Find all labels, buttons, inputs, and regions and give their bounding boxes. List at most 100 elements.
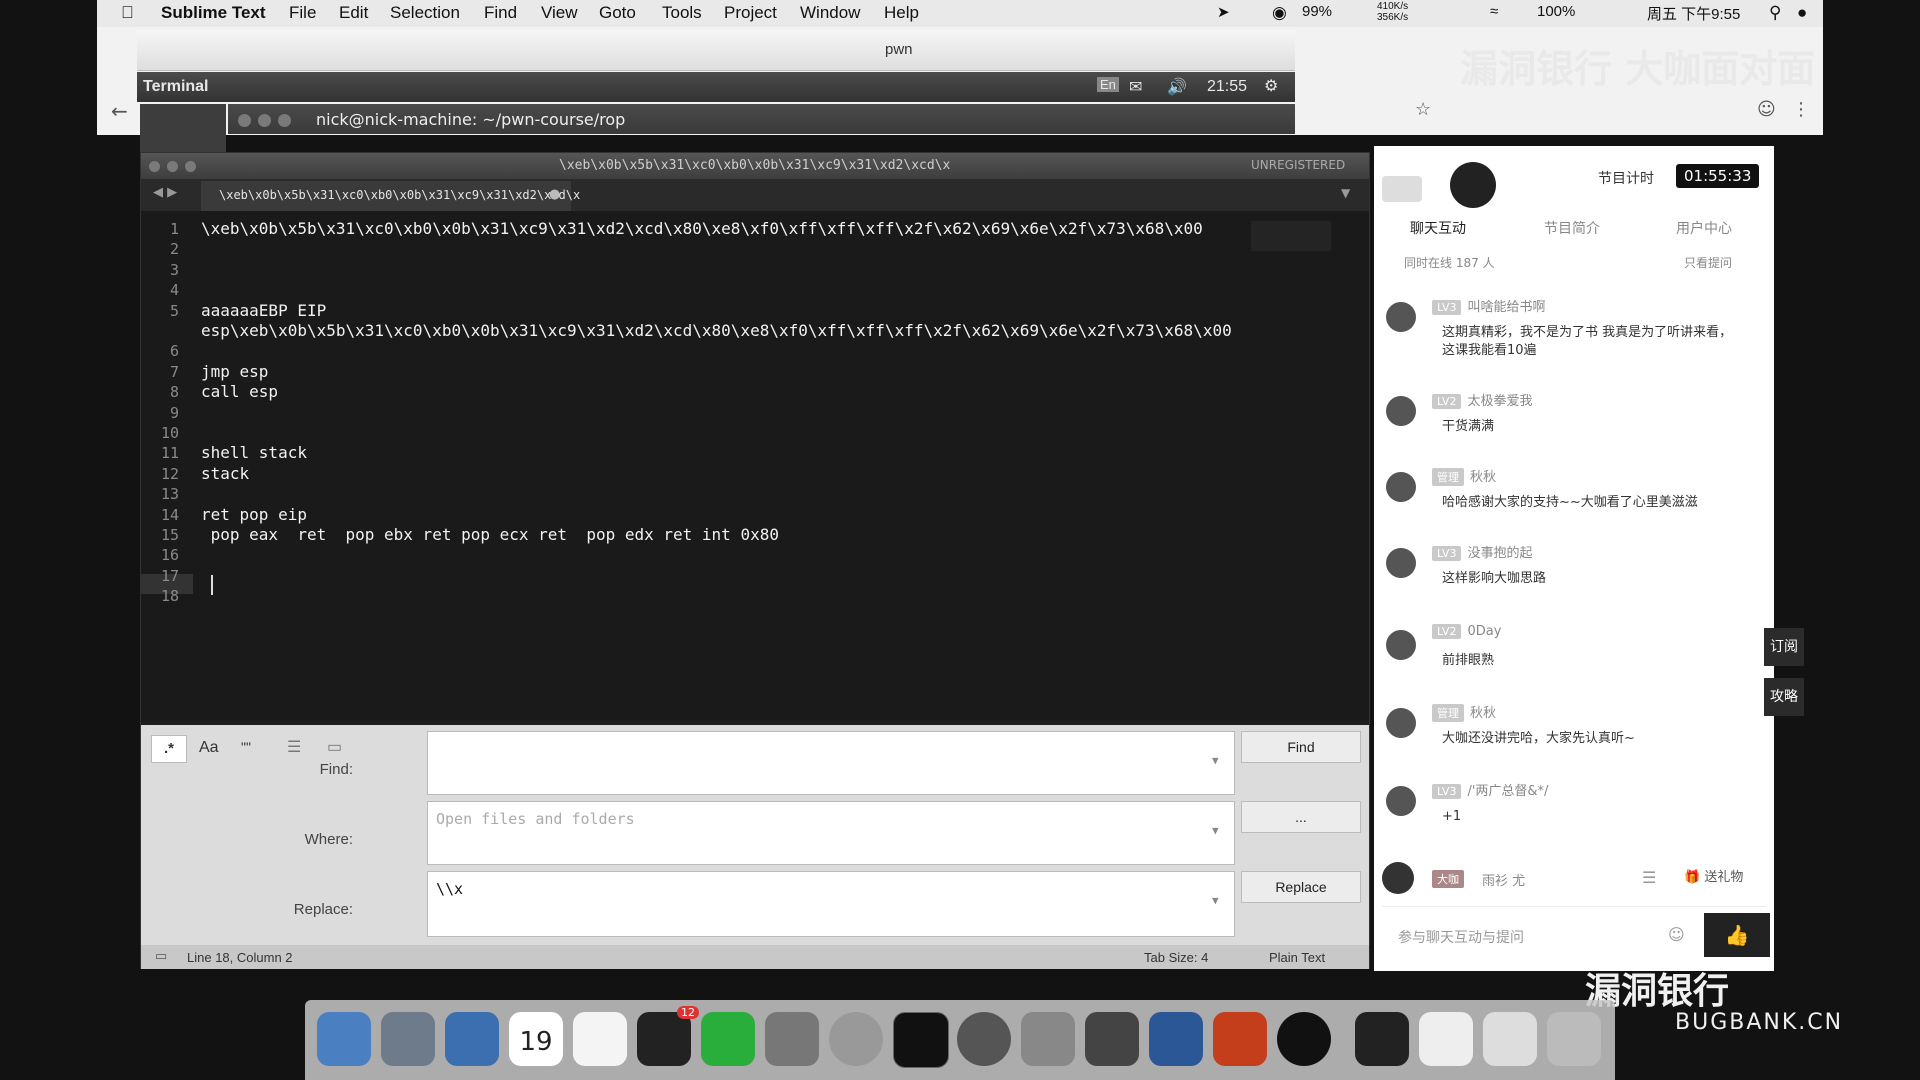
sublime-window-controls[interactable] [149,160,203,176]
syntax-mode[interactable]: Plain Text [1269,950,1325,965]
powerpoint-icon[interactable] [1213,1012,1267,1066]
launchpad-icon[interactable] [381,1012,435,1066]
finder-icon[interactable] [317,1012,371,1066]
folder-icon[interactable] [1483,1012,1537,1066]
chat-username[interactable]: 叫啥能给书啊 [1467,300,1545,315]
chat-username[interactable]: 0Day [1467,624,1501,639]
menu-app-name[interactable]: Sublime Text [161,3,266,23]
tab-chat[interactable]: 聊天互动 [1410,218,1466,238]
code-line[interactable]: stack [201,464,249,483]
document-icon[interactable] [1419,1012,1473,1066]
parallels-icon[interactable] [765,1012,819,1066]
word-icon[interactable] [1149,1012,1203,1066]
trash-icon[interactable] [1547,1012,1601,1066]
chat-username[interactable]: 秋秋 [1470,470,1496,485]
apple-menu-icon[interactable]:  [121,3,134,23]
quill-icon[interactable] [1021,1012,1075,1066]
menu-goto[interactable]: Goto [599,3,636,23]
subscribe-tab[interactable]: 订阅 [1764,628,1804,666]
code-line[interactable]: esp\xeb\x0b\x5b\x31\xc0\xb0\x0b\x31\xc9\… [201,321,1232,340]
code-line[interactable]: shell stack [201,443,307,462]
code-editor[interactable]: 1 \xeb\x0b\x5b\x31\xc0\xb0\x0b\x31\xc9\x3… [141,211,1369,721]
list-icon[interactable]: ☰ [1642,868,1656,887]
more-icon[interactable]: ⋮ [1792,99,1810,120]
chat-username[interactable]: 没事抱的起 [1467,546,1532,561]
where-browse-button[interactable]: ... [1241,801,1361,833]
emoji-icon[interactable]: ☺ [1668,925,1685,944]
send-gift-button[interactable]: 🎁 送礼物 [1684,866,1743,885]
tab-nav-arrows-icon[interactable]: ◀ ▶ [153,185,177,200]
terminal-icon[interactable] [893,1012,949,1068]
tab-menu-chevron-icon[interactable]: ▼ [1341,186,1350,200]
tab-user-center[interactable]: 用户中心 [1676,218,1732,238]
where-history-chevron-icon[interactable]: ▼ [1212,824,1219,837]
settings-icon[interactable]: ⚙ [1264,76,1278,96]
calendar-icon[interactable]: 19 [509,1012,563,1066]
mail-icon[interactable]: ✉ [1129,77,1142,97]
menu-view[interactable]: View [541,3,578,23]
chat-input[interactable]: 参与聊天互动与提问 [1398,927,1524,947]
code-line[interactable]: jmp esp [201,362,268,381]
input-method[interactable]: En [1097,77,1119,92]
unsaved-dot-icon[interactable]: ● [549,187,560,202]
ubuntu-launcher-icon[interactable] [140,104,226,152]
wechat-icon[interactable] [701,1012,755,1066]
menu-window[interactable]: Window [800,3,860,23]
regex-toggle[interactable]: .* [151,735,187,763]
notes-icon[interactable] [573,1012,627,1066]
volume-icon[interactable]: 🔊 [1167,77,1187,97]
qq-icon[interactable] [637,1012,691,1066]
back-arrow-icon[interactable]: ← [111,99,128,123]
menu-edit[interactable]: Edit [339,3,368,23]
obs-icon[interactable] [1277,1012,1331,1066]
only-questions-toggle[interactable]: 只看提问 [1684,254,1732,271]
downloads-folder-icon[interactable] [1355,1012,1409,1066]
clock[interactable]: 周五 下午9:55 [1647,3,1740,24]
unregistered-label[interactable]: UNREGISTERED [1251,158,1345,172]
find-history-chevron-icon[interactable]: ▼ [1212,754,1219,767]
wifi-icon[interactable]: ≈ [1490,3,1498,20]
replace-input[interactable]: \\x ▼ [427,871,1235,937]
where-input[interactable]: Open files and folders ▼ [427,801,1235,865]
record-icon[interactable]: ◉ [1272,3,1287,23]
tab-intro[interactable]: 节目简介 [1544,218,1600,238]
panel-toggle-icon[interactable]: ▭ [155,948,167,964]
case-toggle[interactable]: Aa [199,739,219,757]
menu-project[interactable]: Project [724,3,777,23]
menu-file[interactable]: File [289,3,316,23]
chat-username[interactable]: 秋秋 [1470,706,1496,721]
chat-username[interactable]: /'两广总督&*/ [1467,784,1548,799]
menu-selection[interactable]: Selection [390,3,460,23]
replace-button[interactable]: Replace [1241,871,1361,903]
whole-word-toggle[interactable]: "" [241,739,251,755]
code-line[interactable]: ret pop eip [201,505,307,524]
minimap[interactable] [1251,221,1331,251]
firefox-icon[interactable] [957,1012,1011,1066]
paper-plane-icon[interactable]: ➤ [1217,3,1230,21]
menu-find[interactable]: Find [484,3,517,23]
code-line[interactable]: aaaaaaEBP EIP [201,301,326,320]
sublime-text-icon[interactable] [1085,1012,1139,1066]
account-icon[interactable]: ☺ [1757,99,1776,120]
find-input[interactable]: ▼ [427,731,1235,795]
window-controls[interactable] [238,112,298,131]
code-line[interactable]: pop eax ret pop ebx ret pop ecx ret pop … [201,525,779,544]
context-icon[interactable]: ▭ [327,737,342,757]
tab-size[interactable]: Tab Size: 4 [1144,950,1208,965]
star-icon[interactable]: ☆ [1415,99,1431,120]
chat-username[interactable]: 太极拳爱我 [1467,394,1532,409]
code-line[interactable]: \xeb\x0b\x5b\x31\xc0\xb0\x0b\x31\xc9\x31… [201,219,1203,238]
chrome-icon[interactable] [829,1012,883,1066]
menu-help[interactable]: Help [884,3,919,23]
search-icon[interactable]: ⚲ [1769,3,1781,23]
menu-tools[interactable]: Tools [662,3,702,23]
guide-tab[interactable]: 攻略 [1764,678,1804,716]
code-line[interactable]: call esp [201,382,278,401]
safari-icon[interactable] [445,1012,499,1066]
replace-history-chevron-icon[interactable]: ▼ [1212,894,1219,907]
find-button[interactable]: Find [1241,731,1361,763]
editor-tab[interactable]: \xeb\x0b\x5b\x31\xc0\xb0\x0b\x31\xc9\x31… [201,181,580,211]
thumbs-up-button[interactable]: 👍 [1704,913,1770,957]
siri-icon[interactable]: ● [1797,3,1807,23]
in-selection-icon[interactable]: ☰ [287,737,301,757]
